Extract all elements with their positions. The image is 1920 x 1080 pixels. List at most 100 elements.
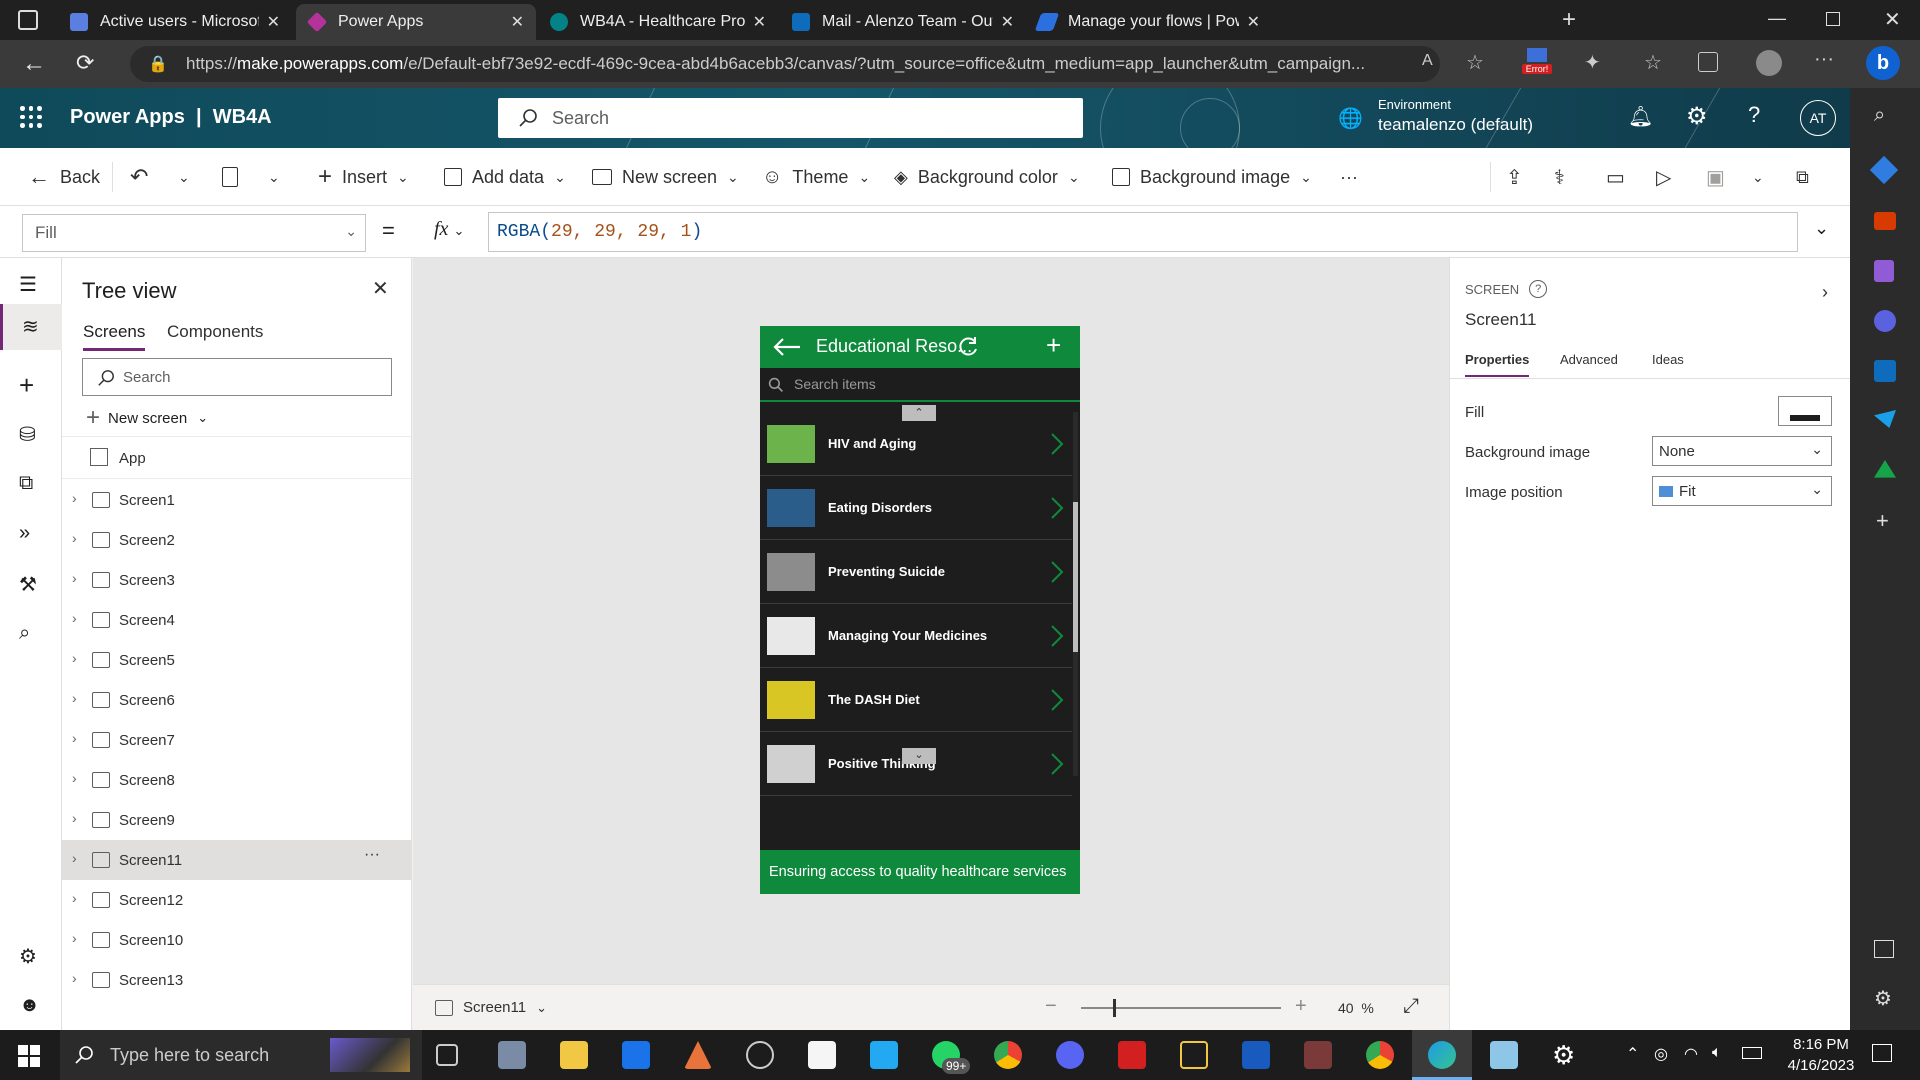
control-name[interactable]: Screen11	[1465, 310, 1537, 330]
extension-error-icon[interactable]: Error!	[1522, 48, 1552, 78]
tree-item-screen[interactable]: › Screen2	[62, 520, 412, 560]
read-aloud-icon[interactable]: A	[1422, 52, 1433, 70]
gallery-item[interactable]: Eating Disorders	[760, 476, 1072, 540]
settings-rail-icon[interactable]: ⚙	[19, 944, 43, 968]
close-tab-icon[interactable]: ✕	[1001, 12, 1014, 32]
virtual-agent-icon[interactable]: ☻	[19, 994, 43, 1018]
refresh-icon[interactable]	[957, 336, 979, 358]
favorite-add-icon[interactable]: ☆	[1466, 50, 1484, 75]
collapse-panel-icon[interactable]: ›	[1822, 282, 1828, 303]
chevron-right-icon[interactable]	[1050, 752, 1064, 776]
network-icon[interactable]: ◎	[1654, 1044, 1668, 1064]
tree-icon[interactable]	[1874, 460, 1896, 478]
tree-item-screen[interactable]: › Screen5	[62, 640, 412, 680]
zoom-in-icon[interactable]: +	[1295, 995, 1307, 1018]
gallery-item[interactable]: Positive Thinking	[760, 732, 1072, 796]
back-arrow-icon[interactable]	[772, 337, 802, 357]
tab-screens[interactable]: Screens	[83, 322, 146, 351]
chevron-right-icon[interactable]: ›	[72, 931, 84, 945]
acrobat-icon[interactable]	[1118, 1041, 1146, 1069]
chevron-down-icon[interactable]: ⌄	[1752, 162, 1764, 192]
microsoft-365-icon[interactable]	[1874, 310, 1896, 332]
mail-icon[interactable]	[622, 1041, 650, 1069]
preview-search-input[interactable]: Search items	[760, 368, 1080, 402]
fill-color-picker[interactable]	[1778, 396, 1832, 426]
add-sidebar-icon[interactable]: +	[1876, 508, 1889, 534]
gallery-scrollbar[interactable]	[1073, 412, 1078, 776]
tree-search-input[interactable]: Search	[82, 358, 392, 396]
close-tab-icon[interactable]: ✕	[267, 12, 280, 32]
sidebar-search-icon[interactable]: ⌕	[1874, 104, 1885, 127]
background-image-button[interactable]: Background image ⌄	[1112, 162, 1312, 192]
tab-sharepoint[interactable]: WB4A - Healthcare Providers - A ✕	[538, 4, 778, 40]
minimize-icon[interactable]: —	[1768, 8, 1786, 29]
environment-name[interactable]: teamalenzo (default)	[1378, 115, 1533, 135]
url-field[interactable]: 🔒 https://make.powerapps.com/e/Default-e…	[130, 46, 1440, 82]
tab-components[interactable]: Components	[167, 322, 263, 342]
back-button[interactable]: ← Back	[28, 162, 100, 192]
chevron-right-icon[interactable]: ›	[72, 691, 84, 705]
expand-formula-icon[interactable]: ⌄	[1814, 218, 1829, 239]
advanced-tools-icon[interactable]: ⚒	[19, 572, 43, 596]
tab-outlook[interactable]: Mail - Alenzo Team - Outlook ✕	[780, 4, 1026, 40]
chevron-right-icon[interactable]	[1050, 688, 1064, 712]
app-launcher-icon[interactable]	[20, 106, 42, 128]
word-icon[interactable]	[1242, 1041, 1270, 1069]
tools-icon[interactable]	[1874, 212, 1896, 230]
close-tab-icon[interactable]: ✕	[511, 12, 524, 32]
refresh-icon[interactable]: ⟳	[76, 50, 94, 76]
tree-item-screen[interactable]: › Screen4	[62, 600, 412, 640]
chevron-right-icon[interactable]: ›	[72, 971, 84, 985]
power-automate-rail-icon[interactable]: »	[19, 522, 43, 546]
taskbar-app-icon[interactable]	[498, 1041, 526, 1069]
action-center-icon[interactable]	[1872, 1044, 1892, 1062]
chevron-down-icon[interactable]: ⌄	[178, 162, 190, 192]
tree-item-screen[interactable]: › Screen1	[62, 480, 412, 520]
scroll-down-icon[interactable]: ⌄	[902, 748, 936, 764]
tree-item-screen[interactable]: › Screen9	[62, 800, 412, 840]
chevron-right-icon[interactable]	[1050, 624, 1064, 648]
help-icon[interactable]: ?	[1748, 102, 1760, 128]
share-icon[interactable]: ⇪	[1506, 162, 1523, 192]
zoom-slider-thumb[interactable]	[1113, 999, 1116, 1017]
zoom-slider[interactable]	[1081, 1007, 1281, 1009]
chevron-right-icon[interactable]	[1050, 560, 1064, 584]
games-icon[interactable]	[1874, 260, 1894, 282]
volume-icon[interactable]: 🔈︎	[1712, 1044, 1722, 1062]
chevron-right-icon[interactable]	[1050, 432, 1064, 456]
tab-ideas[interactable]: Ideas	[1652, 352, 1684, 367]
maximize-icon[interactable]	[1826, 12, 1840, 26]
chevron-right-icon[interactable]: ›	[72, 851, 84, 865]
tree-item-screen[interactable]: › Screen8	[62, 760, 412, 800]
settings-icon[interactable]: ⚙	[1686, 102, 1708, 131]
tree-item-screen[interactable]: › Screen6	[62, 680, 412, 720]
chevron-down-icon[interactable]: ⌄	[268, 162, 280, 192]
theme-button[interactable]: ☺ Theme ⌄	[762, 162, 870, 192]
chevron-right-icon[interactable]: ›	[72, 891, 84, 905]
data-icon[interactable]: ⛁	[19, 422, 43, 446]
discord-icon[interactable]	[1056, 1041, 1084, 1069]
chevron-right-icon[interactable]: ›	[72, 531, 84, 545]
close-tab-icon[interactable]: ✕	[753, 12, 766, 32]
close-window-icon[interactable]: ✕	[1884, 7, 1901, 32]
taskbar-search-box[interactable]: Type here to search	[60, 1030, 422, 1080]
settings-taskbar-icon[interactable]: ⚙	[1552, 1040, 1575, 1071]
app-checker-icon[interactable]: ⚕	[1554, 162, 1565, 192]
windows-start-icon[interactable]	[18, 1045, 40, 1067]
more-options-icon[interactable]: ···	[364, 846, 380, 864]
fit-to-window-icon[interactable]: ⤢	[1403, 995, 1419, 1018]
tree-item-app[interactable]: App	[62, 438, 412, 478]
battery-icon[interactable]	[1742, 1047, 1762, 1059]
insert-button[interactable]: + Insert ⌄	[318, 162, 409, 192]
close-tab-icon[interactable]: ✕	[1247, 12, 1260, 32]
zoom-out-icon[interactable]: −	[1045, 995, 1057, 1018]
property-dropdown[interactable]: Fill ⌄	[22, 214, 366, 252]
taskbar-app-icon[interactable]	[684, 1041, 712, 1069]
send-icon[interactable]	[1874, 410, 1896, 428]
app-screen-preview[interactable]: Educational Reso... + Search items ⌃ HIV…	[760, 326, 1080, 894]
chevron-right-icon[interactable]: ›	[72, 731, 84, 745]
hide-sidebar-icon[interactable]	[1874, 940, 1894, 958]
favorites-icon[interactable]: ☆	[1644, 50, 1662, 75]
screen-selector[interactable]: Screen11 ⌄	[463, 999, 547, 1016]
tab-m365-admin[interactable]: Active users - Microsoft 365 adm ✕	[58, 4, 292, 40]
